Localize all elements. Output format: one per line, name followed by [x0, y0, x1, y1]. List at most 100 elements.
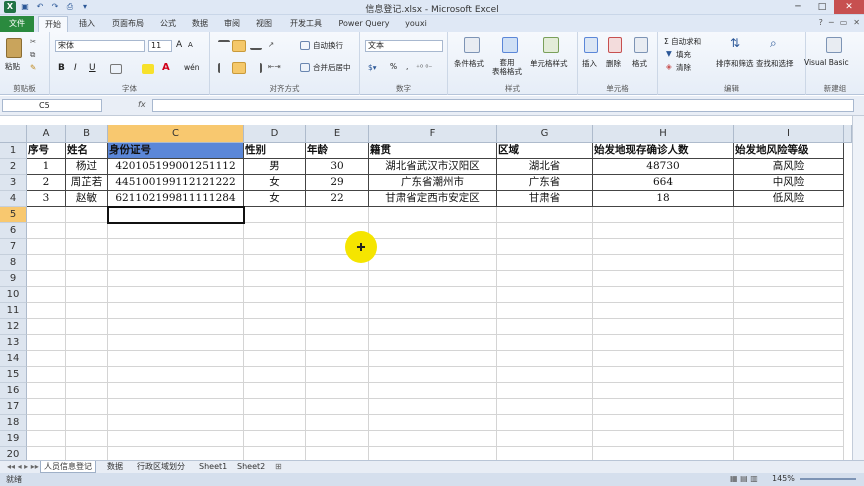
cell-a11[interactable]	[27, 303, 66, 319]
align-center-icon[interactable]	[232, 62, 246, 74]
cell-d10[interactable]	[244, 287, 306, 303]
tab-youxi[interactable]: youxi	[400, 16, 432, 32]
cell-g8[interactable]	[497, 255, 593, 271]
row-header-17[interactable]: 17	[0, 399, 27, 415]
row-header-3[interactable]: 3	[0, 175, 27, 191]
cell-d20[interactable]	[244, 447, 306, 460]
cell-i10[interactable]	[734, 287, 844, 303]
minimize-button[interactable]: ─	[786, 0, 810, 14]
header-cell-a[interactable]: 序号	[27, 143, 66, 159]
sheet-nav-icon[interactable]: ◂◂ ◂ ▸ ▸▸	[4, 461, 42, 473]
align-middle-icon[interactable]	[232, 40, 246, 52]
format-cells-button[interactable]: 格式	[632, 58, 647, 69]
name-box[interactable]: C5	[2, 99, 102, 112]
cell-g11[interactable]	[497, 303, 593, 319]
cell-g12[interactable]	[497, 319, 593, 335]
cell-g10[interactable]	[497, 287, 593, 303]
merge-center-button[interactable]: 合并后居中	[313, 62, 351, 73]
help-icon[interactable]: ?	[819, 18, 823, 27]
cell-b14[interactable]	[66, 351, 108, 367]
cell-d7[interactable]	[244, 239, 306, 255]
cell-a2[interactable]: 1	[27, 159, 66, 175]
row-header-19[interactable]: 19	[0, 431, 27, 447]
shrink-font-button[interactable]: A	[188, 41, 193, 49]
cell-g6[interactable]	[497, 223, 593, 239]
cell-g20[interactable]	[497, 447, 593, 460]
accounting-format-icon[interactable]: $▾	[368, 63, 377, 72]
cell-h16[interactable]	[593, 383, 734, 399]
cell-b2[interactable]: 杨过	[66, 159, 108, 175]
cell-d14[interactable]	[244, 351, 306, 367]
cell-g5[interactable]	[497, 207, 593, 223]
header-cell-d[interactable]: 性别	[244, 143, 306, 159]
header-cell-g[interactable]: 区域	[497, 143, 593, 159]
cell-b3[interactable]: 周芷若	[66, 175, 108, 191]
copy-icon[interactable]: ⧉	[30, 50, 35, 60]
grow-font-button[interactable]: A	[176, 40, 182, 50]
cell-c14[interactable]	[108, 351, 244, 367]
row-header-16[interactable]: 16	[0, 383, 27, 399]
delete-cells-button[interactable]: 删除	[606, 58, 621, 69]
row-header-20[interactable]: 20	[0, 447, 27, 460]
cell-a17[interactable]	[27, 399, 66, 415]
cell-i18[interactable]	[734, 415, 844, 431]
formula-input[interactable]	[152, 99, 854, 112]
visual-basic-icon[interactable]	[826, 37, 842, 53]
cell-b4[interactable]: 赵敏	[66, 191, 108, 207]
autosum-button[interactable]: Σ 自动求和	[664, 36, 701, 47]
cell-i17[interactable]	[734, 399, 844, 415]
cell-d3[interactable]: 女	[244, 175, 306, 191]
cell-c16[interactable]	[108, 383, 244, 399]
tab-file[interactable]: 文件	[0, 16, 34, 32]
cell-b20[interactable]	[66, 447, 108, 460]
cell-a9[interactable]	[27, 271, 66, 287]
close-button[interactable]: ✕	[834, 0, 864, 14]
cell-c2[interactable]: 420105199001251112	[108, 159, 244, 175]
cell-c3[interactable]: 445100199112121222	[108, 175, 244, 191]
cell-a4[interactable]: 3	[27, 191, 66, 207]
cell-i15[interactable]	[734, 367, 844, 383]
bold-button[interactable]: B	[58, 63, 65, 73]
cell-styles-button[interactable]: 单元格样式	[530, 58, 568, 69]
delete-cells-icon[interactable]	[608, 37, 622, 53]
cell-h10[interactable]	[593, 287, 734, 303]
cell-h2[interactable]: 48730	[593, 159, 734, 175]
cell-a8[interactable]	[27, 255, 66, 271]
cell-e11[interactable]	[306, 303, 369, 319]
cell-i11[interactable]	[734, 303, 844, 319]
cell-e16[interactable]	[306, 383, 369, 399]
cell-c20[interactable]	[108, 447, 244, 460]
cell-d6[interactable]	[244, 223, 306, 239]
column-header-d[interactable]: D	[244, 125, 306, 143]
cell-i16[interactable]	[734, 383, 844, 399]
cell-d17[interactable]	[244, 399, 306, 415]
sheet-tab-data[interactable]: 数据	[104, 461, 126, 473]
cell-c15[interactable]	[108, 367, 244, 383]
workbook-close-icon[interactable]: ✕	[853, 18, 860, 27]
borders-icon[interactable]	[110, 64, 122, 74]
cell-h7[interactable]	[593, 239, 734, 255]
find-select-icon[interactable]: ⌕	[770, 36, 777, 51]
row-header-2[interactable]: 2	[0, 159, 27, 175]
column-header-a[interactable]: A	[27, 125, 66, 143]
row-header-5[interactable]: 5	[0, 207, 27, 223]
cell-e18[interactable]	[306, 415, 369, 431]
cell-a19[interactable]	[27, 431, 66, 447]
cell-d19[interactable]	[244, 431, 306, 447]
clear-button[interactable]: 清除	[676, 62, 691, 73]
underline-button[interactable]: U	[89, 63, 96, 73]
number-format-combo[interactable]: 文本	[365, 40, 443, 52]
header-cell-h[interactable]: 始发地现存确诊人数	[593, 143, 734, 159]
cell-h12[interactable]	[593, 319, 734, 335]
cell-e3[interactable]: 29	[306, 175, 369, 191]
cell-c8[interactable]	[108, 255, 244, 271]
zoom-level[interactable]: 145%	[772, 474, 795, 483]
row-header-9[interactable]: 9	[0, 271, 27, 287]
cell-b11[interactable]	[66, 303, 108, 319]
font-size-combo[interactable]: 11	[148, 40, 172, 52]
cell-c13[interactable]	[108, 335, 244, 351]
cell-f16[interactable]	[369, 383, 497, 399]
cell-d15[interactable]	[244, 367, 306, 383]
decimal-icons[interactable]: ⁺⁰ ⁰⁻	[416, 63, 432, 72]
cell-a7[interactable]	[27, 239, 66, 255]
